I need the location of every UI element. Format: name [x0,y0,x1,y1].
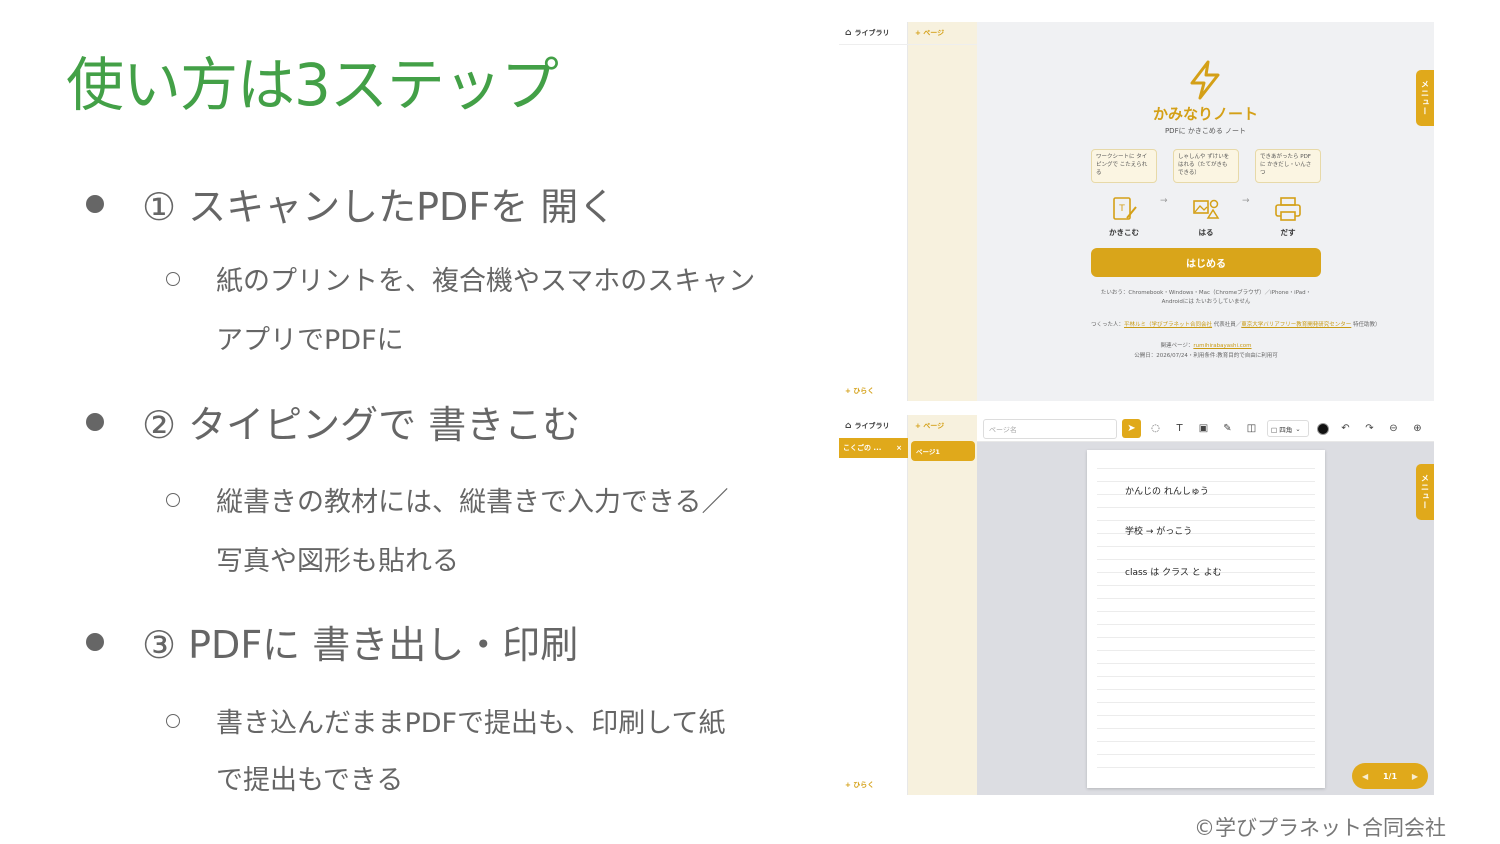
page-navigator: ◀ 1/1 ▶ [1352,763,1428,789]
divider [839,44,977,45]
next-page-icon[interactable]: ▶ [1412,772,1418,781]
svg-text:T: T [1118,204,1125,214]
author-link[interactable]: 平林ルミ [1124,322,1146,328]
feature-bubble-paste: しゃしんや ずけいを はれる（たてがきも できる） [1173,149,1239,183]
step-1-heading: ① スキャンしたPDFを 開く [86,176,616,231]
open-button[interactable]: + ひらく [845,386,874,396]
home-icon: ⌂ [845,28,852,38]
bullet-ring [166,492,180,507]
step-1-detail-cont: アプリでPDFに [216,325,404,356]
feature-label-export: だす [1280,228,1296,237]
step-2-detail: 縦書きの教材には、縦書きで入力できる／ [166,480,728,519]
zoom-in-icon[interactable]: ⊕ [1408,419,1427,438]
arrow-icon: → [1160,196,1168,206]
home-icon: ⌂ [845,421,852,431]
library-tab[interactable]: ⌂ ライブラリ [845,415,889,437]
bullet-ring [166,713,180,728]
org-link[interactable]: （学びプラネット合同会社 [1146,322,1212,328]
pencil-doc-icon: T [1113,197,1137,220]
color-picker[interactable] [1317,423,1329,435]
image-icon[interactable]: ▣ [1194,419,1213,438]
step-2-heading: ② タイピングで 書きこむ [86,394,580,449]
app-tagline: PDFに かきこめる ノート [1164,127,1247,135]
page-indicator: 1/1 [1382,771,1398,781]
open-button[interactable]: + ひらく [845,780,874,790]
app-screenshot-start: ⌂ ライブラリ + ページ + ひらく かみなりノート PDFに かきこめる ノ… [839,22,1434,401]
printer-icon [1275,197,1301,221]
page-thumbnail[interactable]: ページ1 [911,441,975,461]
select-arrow-icon[interactable]: ➤ [1122,419,1141,438]
bullet-dot [86,194,104,213]
feature-label-paste: はる [1198,228,1214,237]
app-name: かみなりノート [1152,105,1258,123]
library-tab[interactable]: ⌂ ライブラリ [845,22,889,44]
worksheet-page[interactable]: かんじの れんしゅう 学校 → がっこう class は クラス と よむ [1087,450,1325,788]
zoom-out-icon[interactable]: ⊖ [1384,419,1403,438]
image-shapes-icon [1193,199,1220,219]
lasso-icon[interactable]: ◌ [1146,419,1165,438]
step-3-detail: 書き込んだままPDFで提出も、印刷して紙 [166,701,725,740]
chevron-down-icon: ⌄ [1295,424,1301,433]
copyright: ©学びプラネット合同会社 [1194,816,1446,840]
close-icon[interactable]: × [896,444,902,452]
app-screenshot-editor: ⌂ ライブラリ + ページ こくごの ... × ページ1 + ひらく ページ名… [839,415,1434,795]
pages-panel [908,22,977,401]
arrow-icon: → [1242,196,1250,206]
bullet-ring [166,271,180,286]
feature-label-write: かきこむ [1109,228,1139,237]
start-button[interactable]: はじめる [1091,248,1321,277]
add-page-button[interactable]: + ページ [915,415,944,437]
bullet-dot [86,412,104,431]
step-2-detail-cont: 写真や図形も貼れる [216,546,459,577]
library-panel [839,22,908,401]
undo-icon[interactable]: ↶ [1336,419,1355,438]
pen-icon[interactable]: ✎ [1218,419,1237,438]
typed-text[interactable]: 学校 → がっこう [1125,524,1192,537]
text-icon[interactable]: T [1170,419,1189,438]
prev-page-icon[interactable]: ◀ [1362,772,1368,781]
typed-text[interactable]: class は クラス と よむ [1125,565,1222,578]
slide-title: 使い方は3ステップ [66,51,559,119]
publish-info: 公開日：2026/07/24・利用条件:教育目的で自由に利用可 [1134,353,1278,359]
typed-text[interactable]: かんじの れんしゅう [1125,484,1209,497]
add-page-button[interactable]: + ページ [915,22,944,44]
document-tab[interactable]: こくごの ... × [839,438,908,458]
pages-panel [908,415,977,795]
page-name-input[interactable]: ページ名 [983,419,1117,439]
author-line: つくった人：平林ルミ（学びプラネット合同会社 代表社員／東京大学バリアフリー教育… [1091,322,1381,328]
feature-bubble-write: ワークシートに タイピングで こたえられる [1091,149,1157,183]
library-panel [839,415,908,795]
lightning-icon [1190,60,1220,100]
menu-tab[interactable]: メニュー [1416,464,1434,520]
step-3-heading: ③ PDFに 書き出し・印刷 [86,614,578,669]
feature-bubble-export: できあがったら PDFに かきだし・いんさつ [1255,149,1321,183]
redo-icon[interactable]: ↷ [1360,419,1379,438]
editor-toolbar: ページ名 ➤ ◌ T ▣ ✎ ◫ □ 四角 ⌄ ↶ ↷ ⊖ ⊕ [977,415,1434,442]
shape-select[interactable]: □ 四角 ⌄ [1267,420,1309,437]
menu-tab[interactable]: メニュー [1416,70,1434,126]
related-link[interactable]: rumihirabayashi.com [1193,343,1251,349]
supported-devices: たいおう：Chromebook・Windows・Mac（Chromeブラウザ）／… [1100,290,1312,305]
step-3-detail-cont: で提出もできる [216,765,404,796]
univ-link[interactable]: 東京大学バリアフリー教育開発研究センター [1241,322,1351,328]
step-1-detail: 紙のプリントを、複合機やスマホのスキャン [166,259,755,298]
shape-icon[interactable]: ◫ [1242,419,1261,438]
related-page-line: 関連ページ：rumihirabayashi.com [1160,343,1252,349]
bullet-dot [86,632,104,651]
